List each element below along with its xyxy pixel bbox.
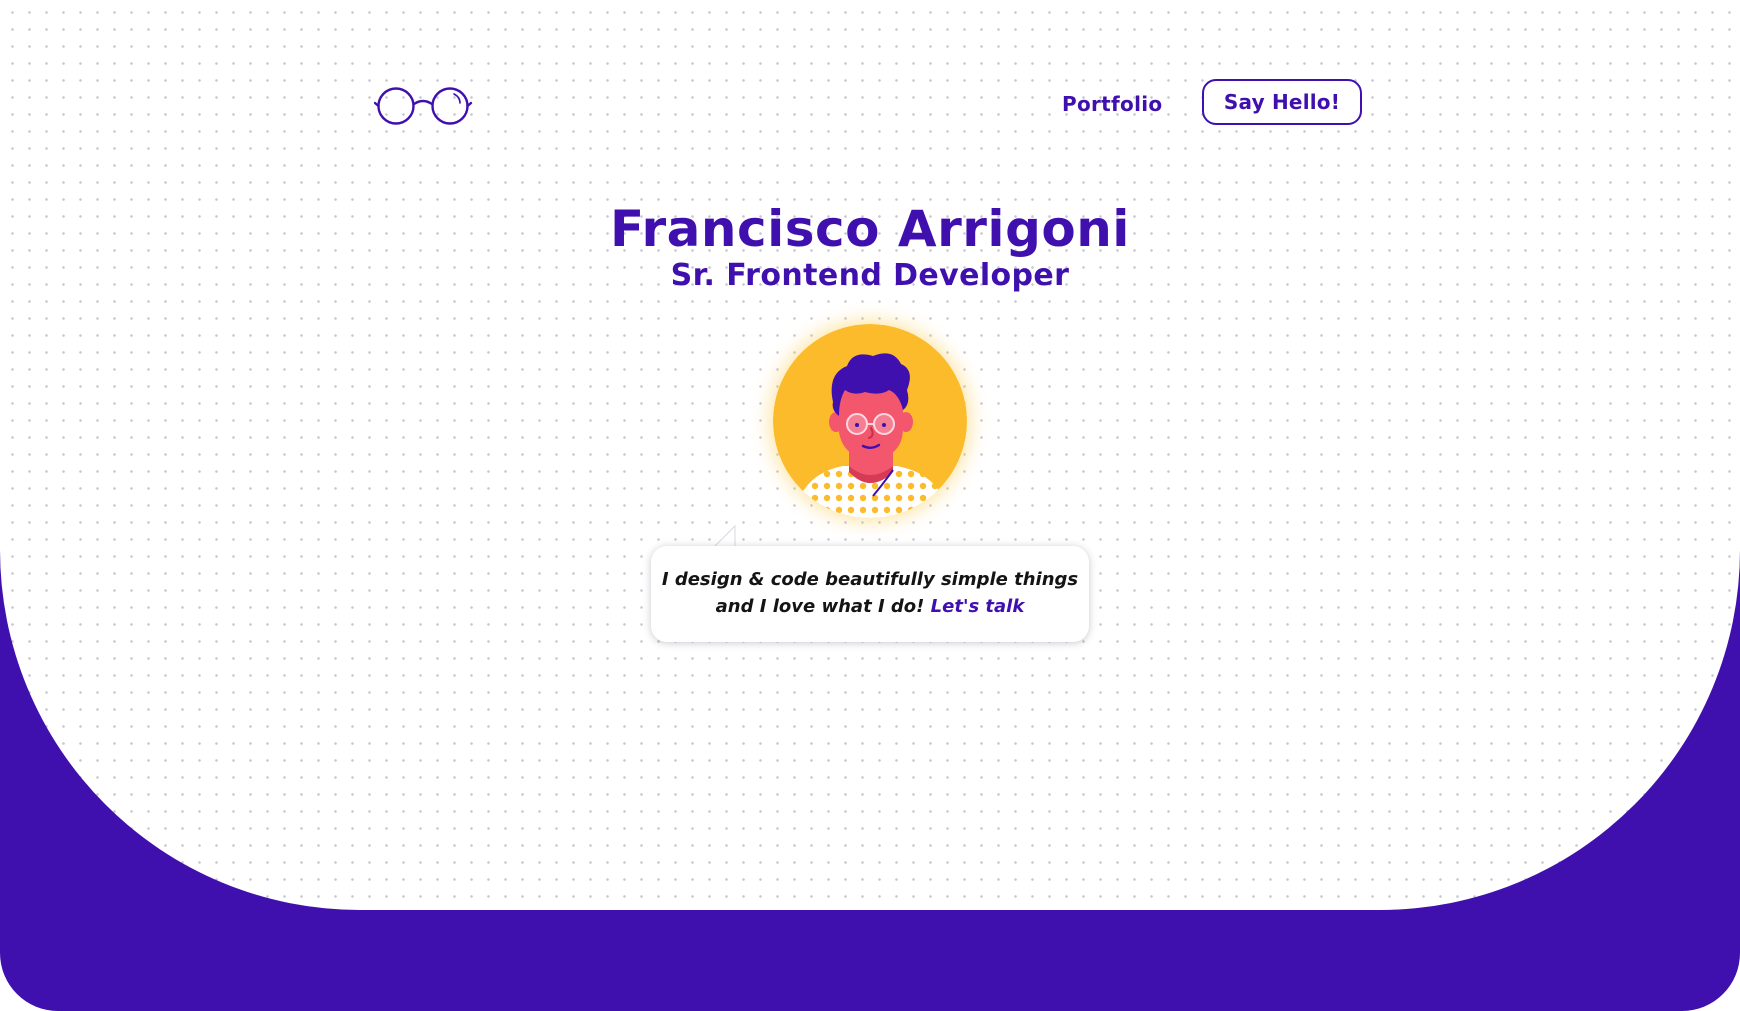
bubble-text-line-1: I design & code beautifully simple thing… bbox=[661, 569, 1079, 590]
page-canvas: Portfolio Say Hello! Francisco Arrigoni … bbox=[0, 0, 1740, 1011]
say-hello-button[interactable]: Say Hello! bbox=[1202, 79, 1362, 125]
page-subtitle: Sr. Frontend Developer bbox=[670, 258, 1070, 293]
hero-section: Portfolio Say Hello! Francisco Arrigoni … bbox=[0, 0, 1740, 910]
page-title: Francisco Arrigoni bbox=[610, 200, 1130, 258]
bubble-text-line-2-text: and I love what I do! bbox=[715, 596, 925, 617]
speech-bubble: I design & code beautifully simple thing… bbox=[651, 546, 1089, 642]
lets-talk-link[interactable]: Let's talk bbox=[931, 596, 1025, 617]
bubble-text-line-2: and I love what I do! Let's talk bbox=[651, 593, 1089, 620]
glasses-logo-icon[interactable] bbox=[373, 84, 474, 128]
nav-portfolio-link[interactable]: Portfolio bbox=[1062, 88, 1162, 120]
developer-avatar bbox=[773, 324, 967, 518]
